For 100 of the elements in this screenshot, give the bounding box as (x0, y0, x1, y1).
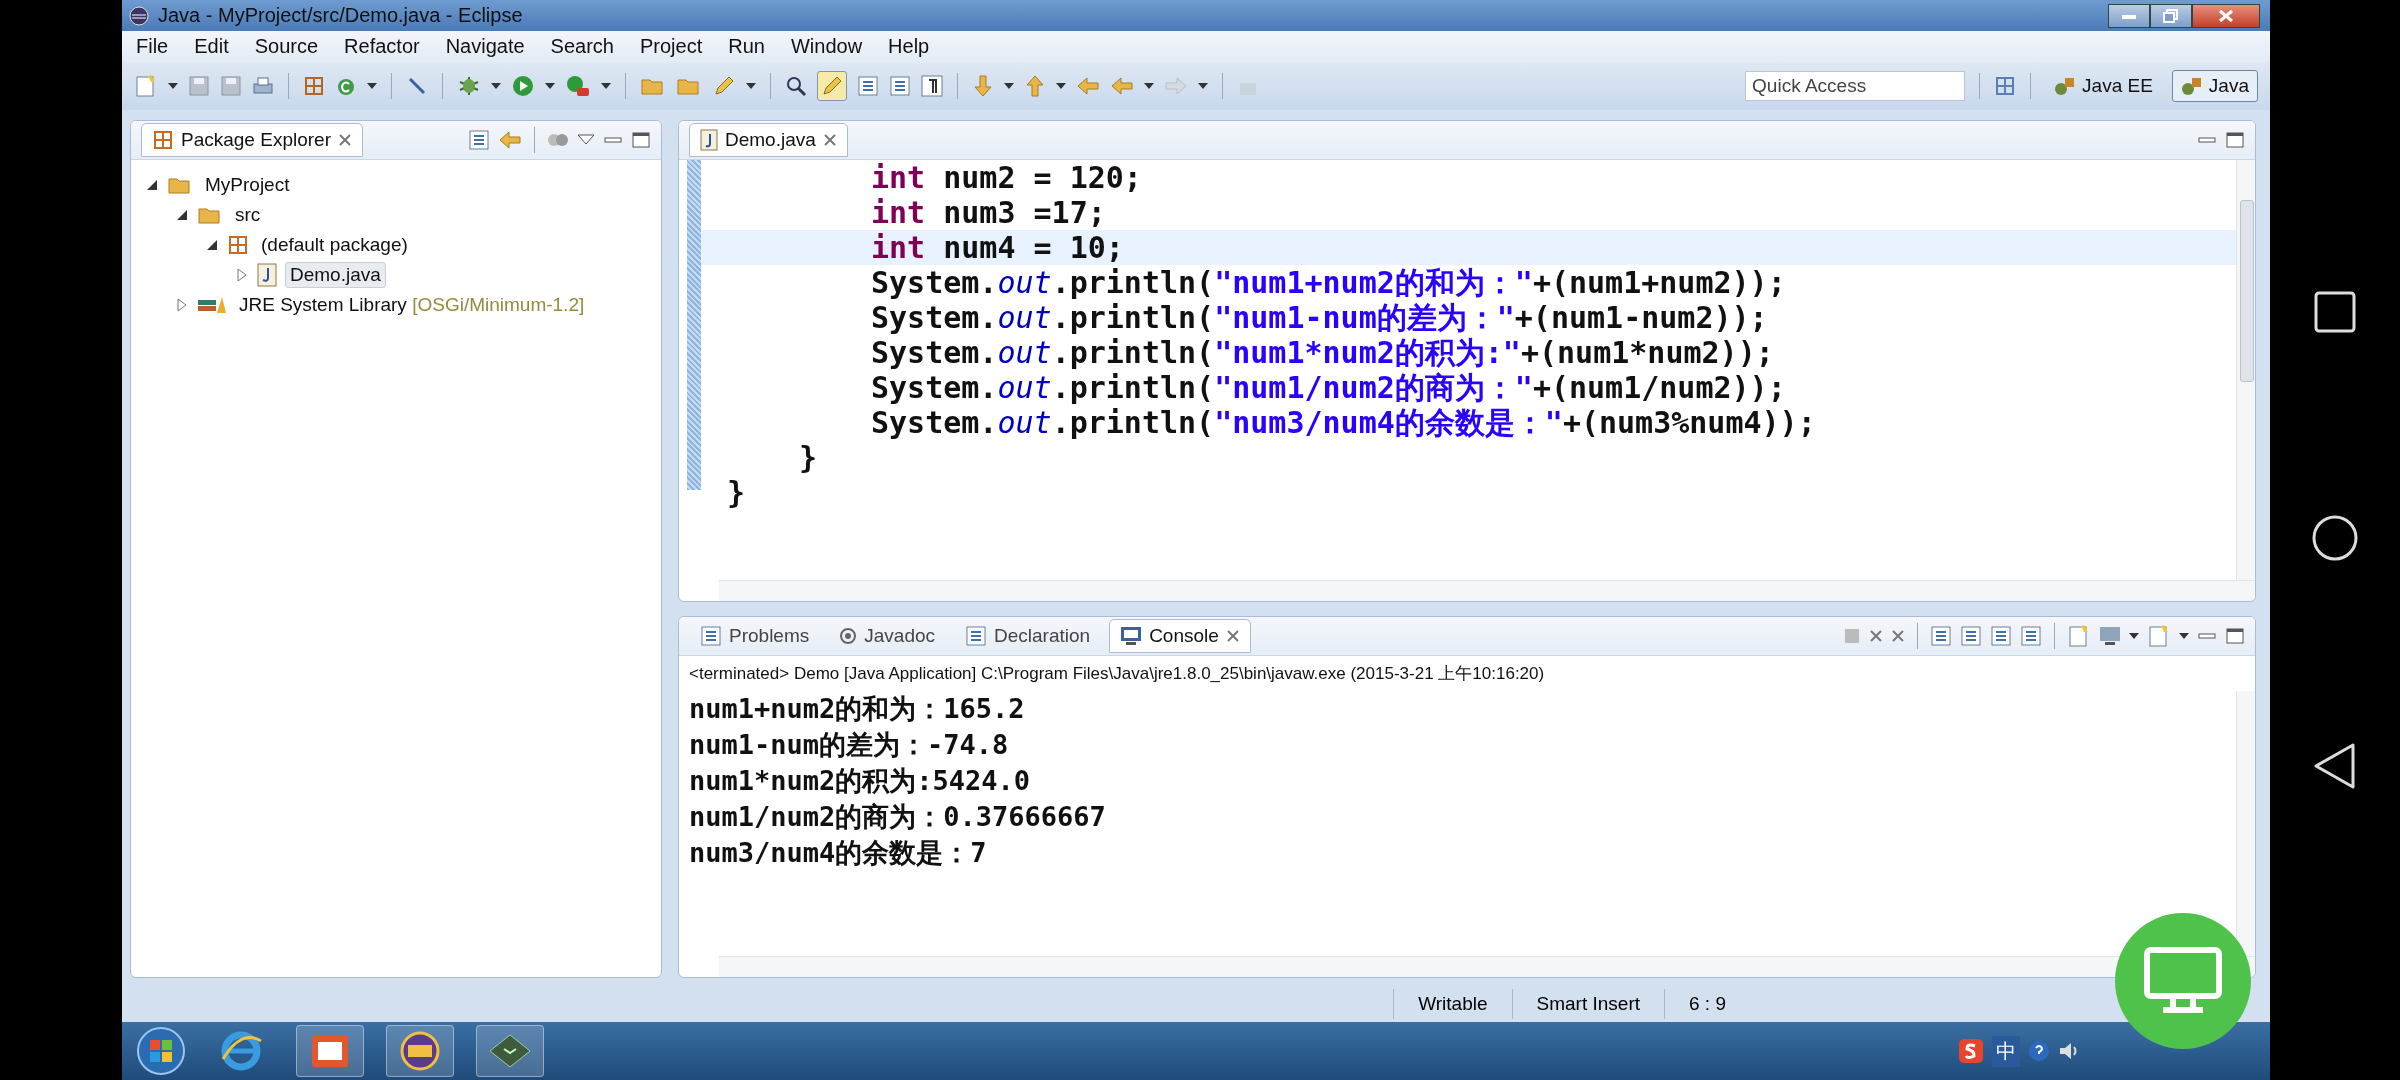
home-circle-icon[interactable] (2311, 514, 2359, 562)
code-line: System.out.println("num3/num4的余数是："+(num3%num4)); (870, 405, 1817, 440)
collapse-all-icon[interactable] (468, 129, 490, 151)
beans-icon[interactable] (547, 131, 569, 149)
pin-console-icon[interactable] (1990, 625, 2012, 647)
pencil-icon[interactable] (820, 74, 844, 98)
tree-item[interactable]: JRE System Library [OSGi/Minimum-1.2] (235, 293, 589, 317)
dropdown-caret-icon[interactable] (746, 82, 756, 90)
menu-item[interactable]: Edit (194, 35, 229, 58)
view-tab[interactable]: Console (1109, 619, 1251, 653)
dropdown-caret-icon[interactable] (1144, 82, 1154, 90)
maximize-icon[interactable] (2225, 627, 2245, 645)
tree-item[interactable]: (default package) (257, 233, 412, 257)
console-output-line: num1+num2的和为：165.2 (689, 692, 1026, 726)
printer-icon[interactable] (252, 75, 274, 97)
menu-item[interactable]: Source (254, 35, 319, 58)
dropdown-caret-icon[interactable] (491, 82, 501, 90)
java-file-icon[interactable] (257, 263, 277, 287)
problems-icon[interactable] (700, 625, 722, 647)
block-icon[interactable] (889, 75, 911, 97)
at-sign-icon[interactable] (839, 627, 858, 645)
back-triangle-icon[interactable] (2313, 742, 2357, 790)
menu-item[interactable]: Help (888, 35, 930, 58)
search-icon[interactable] (785, 75, 807, 97)
help-icon[interactable] (2028, 1040, 2050, 1062)
clear-console-icon[interactable] (1930, 625, 1952, 647)
dropdown-caret-icon[interactable] (601, 82, 611, 90)
bug-icon[interactable] (457, 74, 481, 98)
perspective-icon (2180, 75, 2203, 97)
maximize-icon[interactable] (2225, 131, 2245, 149)
maximize-icon[interactable] (631, 131, 651, 149)
menu-item[interactable]: File (136, 35, 169, 58)
open-perspective-icon[interactable] (1994, 75, 2017, 97)
dropdown-caret-icon[interactable] (367, 82, 377, 90)
monitor-icon[interactable] (2099, 626, 2121, 646)
dropdown-caret-icon[interactable] (2179, 632, 2189, 640)
vertical-scrollbar[interactable] (2236, 160, 2255, 580)
view-menu-icon[interactable] (577, 134, 595, 146)
tree-item[interactable]: MyProject (201, 173, 294, 197)
new-package-icon[interactable] (303, 75, 325, 97)
dropdown-caret-icon[interactable] (545, 82, 555, 90)
dropdown-caret-icon[interactable] (2129, 632, 2139, 640)
view-tab[interactable]: Declaration (954, 619, 1102, 653)
menu-item[interactable]: Search (550, 35, 614, 58)
menu-item[interactable]: Window (790, 35, 863, 58)
code-line: System.out.println("num1*num2的积为:"+(num1*num2)); (870, 335, 1775, 370)
sogou-s-icon[interactable] (1958, 1038, 1984, 1064)
menu-item[interactable]: Refactor (344, 35, 420, 58)
code-line: int num3 =17; (870, 195, 1107, 230)
pilcrow-icon[interactable] (921, 75, 943, 97)
expanded-triangle-icon[interactable] (146, 179, 158, 191)
run-icon[interactable] (511, 74, 535, 98)
quick-access-field[interactable]: Quick Access (1745, 71, 1966, 101)
view-tab[interactable]: Problems (689, 619, 821, 653)
dropdown-caret-icon[interactable] (1198, 82, 1208, 90)
menu-item[interactable]: Navigate (445, 35, 525, 58)
menu-item[interactable]: Project (640, 35, 703, 58)
dropdown-caret-icon[interactable] (168, 82, 178, 90)
restore-icon[interactable] (2163, 8, 2179, 23)
tree-item[interactable]: Demo.java (285, 262, 386, 288)
horizontal-scrollbar[interactable] (719, 956, 2255, 977)
perspective-button[interactable]: Java EE (2045, 70, 2162, 102)
menu-item[interactable]: Run (728, 35, 765, 58)
start-orb-icon[interactable] (136, 1026, 186, 1076)
close-icon[interactable] (822, 133, 837, 147)
browser-e-icon[interactable] (219, 1029, 263, 1073)
code-line: System.out.println("num1-num的差为："+(num1-num2)); (870, 300, 1769, 335)
square-nav-icon[interactable] (2313, 290, 2357, 334)
run-tool-icon[interactable] (565, 74, 591, 98)
perspective-button[interactable]: Java (2171, 70, 2258, 102)
collapsed-triangle-icon[interactable] (236, 268, 248, 282)
slides-app-icon[interactable] (310, 1033, 350, 1069)
java-file-icon[interactable] (700, 129, 718, 151)
tree-item[interactable]: src (231, 203, 265, 227)
collapsed-triangle-icon[interactable] (176, 298, 188, 312)
view-tab[interactable]: Package Explorer (141, 123, 363, 157)
remove-launch-icon[interactable] (1869, 629, 1883, 643)
horizontal-scrollbar[interactable] (719, 580, 2255, 601)
vertical-scrollbar[interactable] (2236, 691, 2255, 956)
view-tab[interactable]: Javadoc (828, 619, 947, 653)
dropdown-caret-icon[interactable] (1056, 82, 1066, 90)
declaration-icon[interactable] (965, 625, 988, 647)
pencil-icon[interactable] (712, 74, 736, 98)
expanded-triangle-icon[interactable] (206, 239, 218, 251)
expanded-triangle-icon[interactable] (176, 209, 188, 221)
dropdown-caret-icon[interactable] (1004, 82, 1014, 90)
scroll-lock-icon[interactable] (1960, 625, 1982, 647)
package-icon[interactable] (227, 234, 249, 256)
close-icon[interactable] (337, 133, 352, 147)
perspective-icon (2054, 75, 2077, 97)
display-console-icon[interactable] (2020, 625, 2042, 647)
editor-tab[interactable]: Demo.java (689, 123, 848, 157)
arrow-left-icon[interactable] (498, 130, 522, 150)
toggle-icon[interactable] (857, 75, 879, 97)
input-method-indicator[interactable]: 中 (1992, 1035, 2020, 1067)
close-icon[interactable] (1225, 629, 1240, 643)
remove-all-icon[interactable] (1891, 629, 1905, 643)
code-line: int num2 = 120; (870, 160, 1143, 195)
monitor-icon[interactable] (1120, 626, 1143, 646)
package-explorer-icon[interactable] (152, 129, 174, 151)
